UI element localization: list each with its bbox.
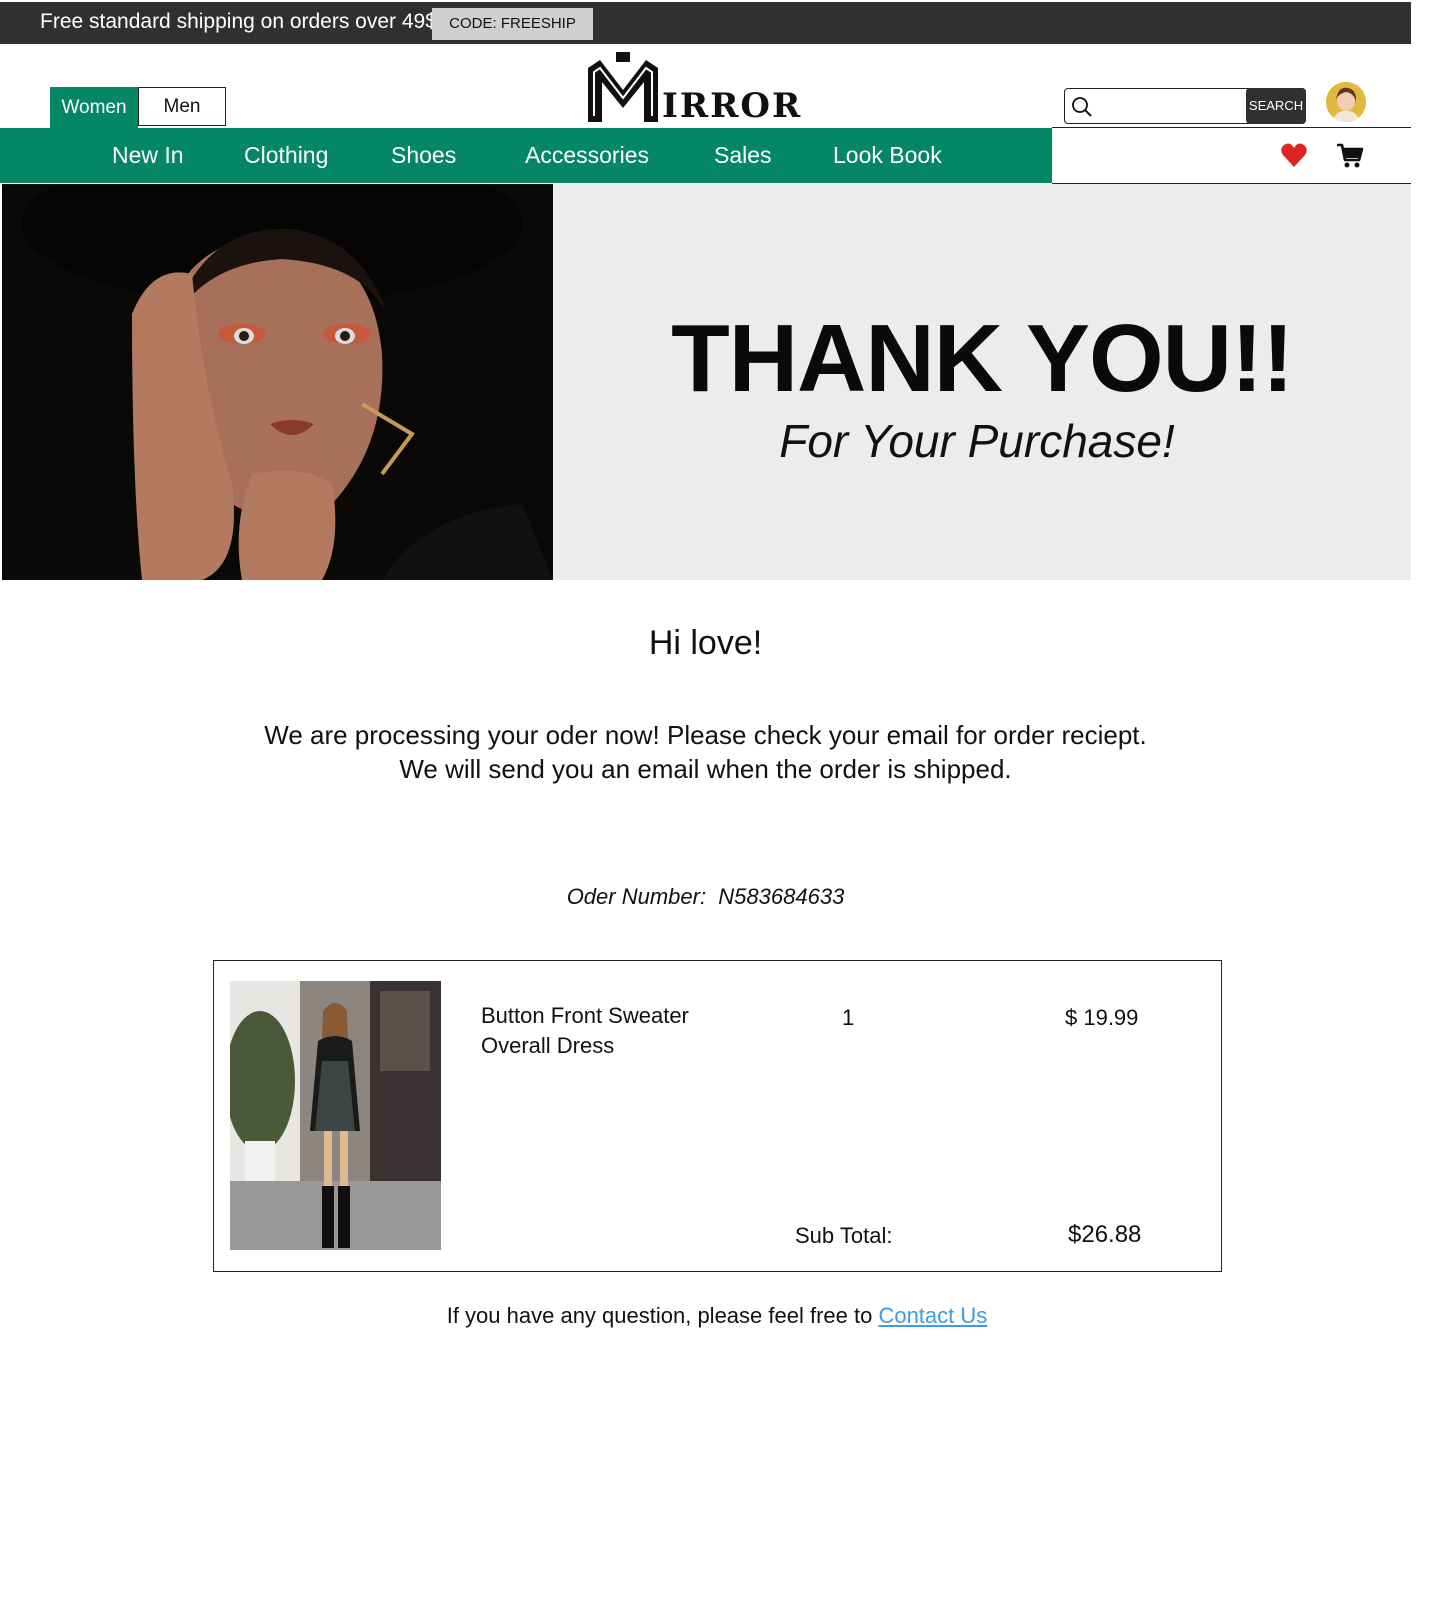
promo-text: Free standard shipping on orders over 49…	[40, 10, 437, 33]
product-quantity: 1	[842, 1005, 855, 1030]
message-line-1: We are processing your oder now! Please …	[264, 720, 1147, 750]
search-input[interactable]	[1097, 93, 1245, 119]
product-image[interactable]	[230, 981, 441, 1250]
nav-item-shoes[interactable]: Shoes	[391, 142, 456, 169]
main-nav: New In Clothing Shoes Accessories Sales …	[0, 128, 1052, 183]
logo[interactable]: IRROR	[586, 52, 806, 126]
avatar[interactable]	[1326, 82, 1366, 122]
nav-utility	[1052, 127, 1411, 184]
hero-photo	[2, 184, 553, 580]
subtotal-value: $26.88	[1068, 1221, 1142, 1248]
avatar-image	[1326, 82, 1366, 122]
search-box: SEARCH	[1064, 88, 1306, 124]
search-button[interactable]: SEARCH	[1246, 88, 1306, 124]
subtotal-label: Sub Total:	[795, 1223, 893, 1248]
hero-title: THANK YOU!!	[671, 305, 1294, 412]
header: Women Men IRROR SEARCH	[0, 44, 1411, 128]
search-icon	[1072, 97, 1092, 117]
processing-message: We are processing your oder now! Please …	[0, 718, 1411, 786]
contact-us-link[interactable]: Contact Us	[878, 1303, 987, 1328]
nav-item-accessories[interactable]: Accessories	[525, 142, 649, 169]
hero-panel: THANK YOU!! For Your Purchase!	[553, 184, 1411, 580]
message-line-2: We will send you an email when the order…	[399, 754, 1012, 784]
nav-item-clothing[interactable]: Clothing	[244, 142, 328, 169]
greeting: Hi love!	[648, 624, 763, 662]
logo-m-icon	[588, 52, 658, 122]
order-summary: Button Front Sweater Overall Dress 1 $ 1…	[213, 960, 1222, 1272]
tab-men[interactable]: Men	[138, 87, 226, 126]
heart-icon[interactable]	[1280, 142, 1308, 168]
promo-bar: Free standard shipping on orders over 49…	[0, 2, 1411, 44]
hero-subtitle: For Your Purchase!	[779, 415, 1175, 467]
product-price: $ 19.99	[1065, 1005, 1139, 1030]
cart-icon[interactable]	[1336, 142, 1364, 170]
contact-text: If you have any question, please feel fr…	[446, 1303, 879, 1328]
contact-line: If you have any question, please feel fr…	[0, 1303, 1434, 1329]
tab-women[interactable]: Women	[50, 87, 138, 128]
promo-code: CODE: FREESHIP	[432, 8, 593, 40]
order-number: Oder Number: N583684633	[566, 884, 845, 909]
nav-item-look-book[interactable]: Look Book	[833, 142, 942, 169]
nav-item-sales[interactable]: Sales	[714, 142, 772, 169]
product-name[interactable]: Button Front Sweater Overall Dress	[481, 1001, 741, 1061]
logo-text: IRROR	[662, 86, 803, 126]
nav-item-new-in[interactable]: New In	[112, 142, 184, 169]
